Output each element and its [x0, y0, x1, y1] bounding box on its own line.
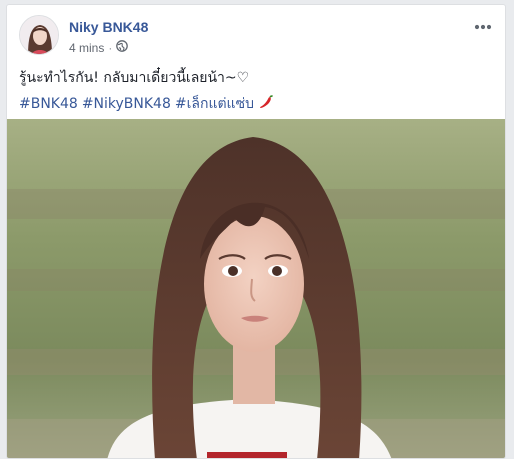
avatar[interactable]: [19, 15, 59, 55]
author-name[interactable]: Niky BNK48: [69, 19, 148, 35]
post-meta: 4 mins ·: [69, 40, 129, 55]
more-options-icon[interactable]: [471, 17, 495, 37]
meta-separator: ·: [108, 40, 113, 55]
hashtag-link[interactable]: #เล็กแต่แซ่บ: [175, 93, 254, 115]
post-card: Niky BNK48 4 mins · รู้นะทำไรกัน! กลับมา…: [6, 4, 506, 459]
globe-icon: [116, 40, 129, 55]
post-photo[interactable]: [7, 119, 505, 458]
hashtag-link[interactable]: #BNK48: [19, 96, 78, 112]
hashtag-line: #BNK48 #NikyBNK48 #เล็กแต่แซ่บ: [19, 93, 274, 115]
post-timestamp[interactable]: 4 mins: [69, 41, 104, 55]
chili-pepper-icon: [258, 94, 274, 114]
post-text: รู้นะทำไรกัน! กลับมาเดี๋ยวนี้เลยน้า~♡: [19, 70, 250, 86]
post-header: Niky BNK48 4 mins ·: [19, 15, 493, 59]
hashtag-link[interactable]: #NikyBNK48: [82, 96, 171, 112]
